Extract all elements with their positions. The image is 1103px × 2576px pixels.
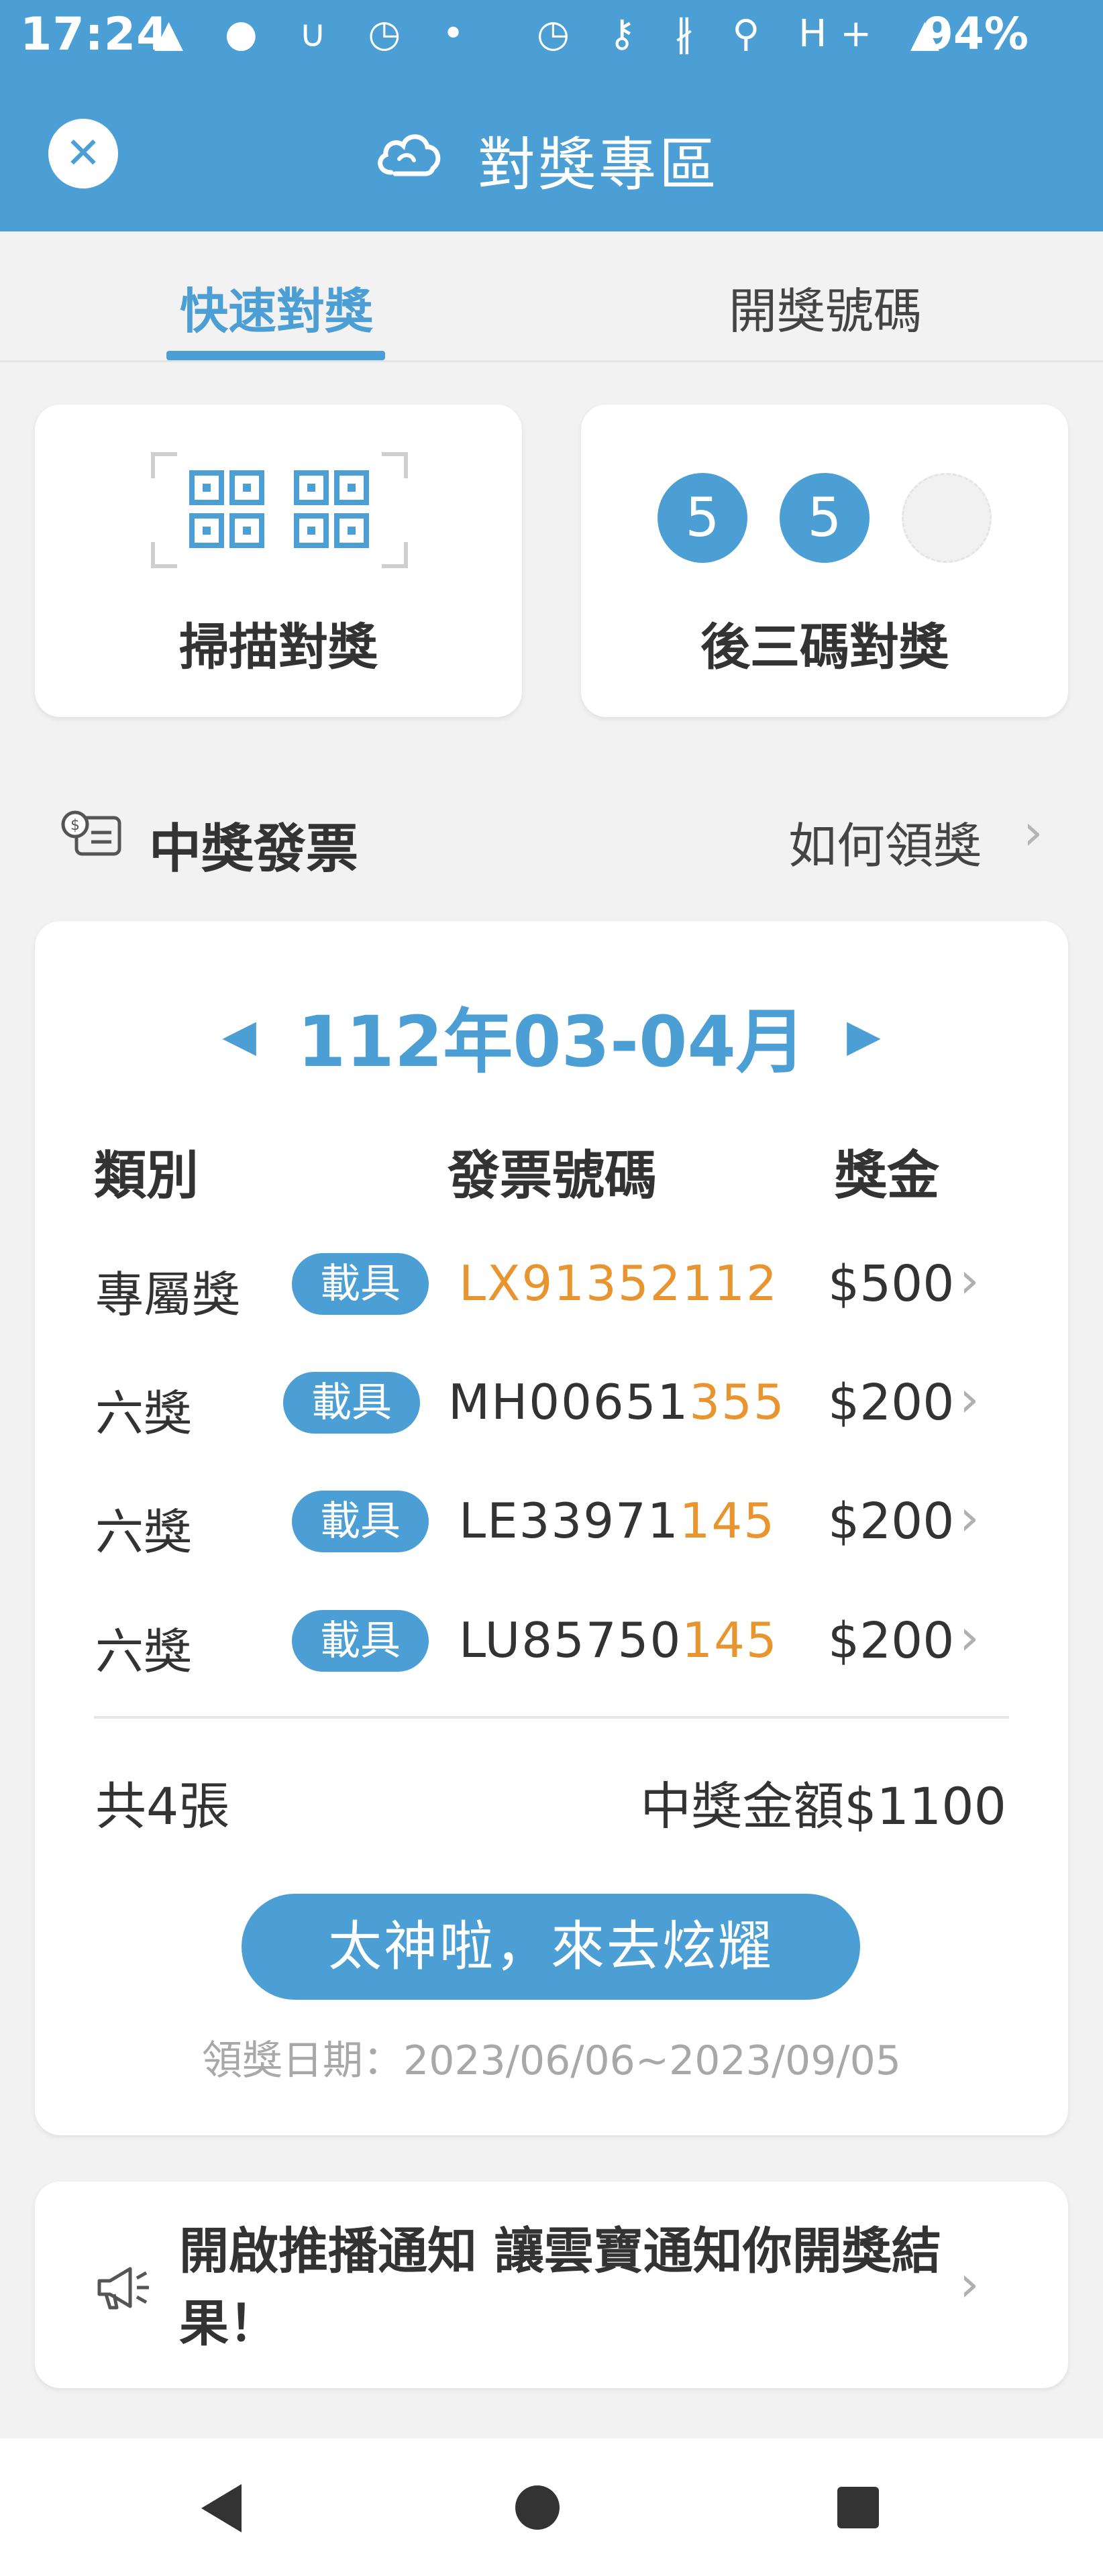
push-notification-card[interactable]: 開啟推播通知 讓雲寶通知你開獎結果！ ›: [35, 2182, 1068, 2388]
recent-apps-icon[interactable]: [837, 2487, 879, 2528]
battery-level: 94%: [923, 8, 1029, 60]
chevron-right-icon: ›: [959, 1371, 980, 1428]
active-tab-indicator: [166, 351, 385, 360]
back-icon[interactable]: [195, 2480, 248, 2536]
table-row[interactable]: 六獎 載具 LU85750145 $200 ›: [35, 1599, 1068, 1686]
digit-circle: 5: [658, 473, 747, 563]
tab-quick-check[interactable]: 快速對獎: [109, 272, 444, 342]
chevron-right-icon: ›: [959, 1609, 980, 1666]
carrier-badge: 載具: [292, 1491, 429, 1552]
winning-invoices-card: ◀ 112年03-04月 ▶ 類別 發票號碼 獎金 專屬獎 載具 LX91352…: [35, 921, 1068, 2135]
status-system-icons: ◷ ⚷ ∦ ⚲ H+ ▲: [537, 12, 953, 56]
period-selector: ◀ 112年03-04月 ▶: [35, 985, 1068, 1083]
period-label: 112年03-04月: [297, 1001, 806, 1083]
page-title: 對獎專區: [478, 131, 719, 199]
prize-amount: $200: [828, 1612, 955, 1670]
column-header-category: 類別: [94, 1146, 199, 1206]
push-notification-text: 開啟推播通知 讓雲寶通知你開獎結果！: [179, 2222, 941, 2353]
prize-category: 專屬獎: [95, 1267, 241, 1323]
digit-circle: 5: [780, 473, 870, 563]
app-header: 17:24 ▲ ● ∪ ◷ • ◷ ⚷ ∦ ⚲ H+ ▲ 94% ✕ 對獎專區: [0, 0, 1103, 231]
prize-amount: $200: [828, 1374, 955, 1432]
section-title: 中獎發票: [149, 819, 359, 879]
digit-circle-empty: [902, 473, 992, 563]
invoice-number: LU85750145: [459, 1612, 778, 1668]
scan-check-label: 掃描對獎: [179, 619, 378, 676]
invoice-number: LE33971145: [459, 1493, 776, 1549]
carrier-badge: 載具: [292, 1610, 429, 1672]
qr-scan-icon: [151, 452, 408, 568]
chevron-right-icon[interactable]: ›: [1023, 804, 1043, 861]
table-row[interactable]: 專屬獎 載具 LX91352112 $500 ›: [35, 1242, 1068, 1329]
status-time: 17:24: [20, 8, 169, 61]
prize-category: 六獎: [95, 1623, 193, 1680]
table-row[interactable]: 六獎 載具 LE33971145 $200 ›: [35, 1479, 1068, 1566]
last-three-digits-card[interactable]: 5 5 後三碼對獎: [581, 405, 1068, 717]
tab-winning-numbers[interactable]: 開獎號碼: [658, 272, 993, 342]
column-header-number: 發票號碼: [448, 1146, 658, 1206]
prize-category: 六獎: [95, 1504, 193, 1560]
status-bar: 17:24 ▲ ● ∪ ◷ • ◷ ⚷ ∦ ⚲ H+ ▲ 94%: [0, 0, 1103, 74]
status-notification-icons: ▲ ● ∪ ◷ •: [154, 12, 480, 56]
total-prize: 中獎金額$1100: [640, 1776, 1006, 1836]
divider: [94, 1716, 1009, 1719]
brag-button[interactable]: 太神啦，來去炫耀: [242, 1894, 860, 2000]
megaphone-icon: [97, 2267, 149, 2310]
column-header-prize: 獎金: [835, 1146, 940, 1206]
chevron-right-icon: ›: [959, 1252, 980, 1309]
carrier-badge: 載具: [292, 1253, 429, 1315]
prize-amount: $500: [828, 1255, 955, 1313]
chevron-right-icon: ›: [959, 2255, 980, 2313]
cloud-icon: [378, 134, 441, 176]
home-icon[interactable]: [515, 2485, 560, 2530]
close-button[interactable]: ✕: [48, 119, 118, 189]
system-nav-bar: [0, 2438, 1103, 2576]
chevron-right-icon: ›: [959, 1489, 980, 1547]
close-icon: ✕: [65, 129, 101, 178]
prize-amount: $200: [828, 1493, 955, 1550]
table-row[interactable]: 六獎 載具 MH00651355 $200 ›: [35, 1360, 1068, 1448]
how-to-claim-link[interactable]: 如何領獎: [788, 806, 982, 877]
prize-category: 六獎: [95, 1385, 193, 1442]
prev-period-icon[interactable]: ◀: [222, 1010, 256, 1061]
invoice-number: MH00651355: [448, 1374, 786, 1430]
last-three-digits-label: 後三碼對獎: [700, 619, 949, 676]
scan-check-card[interactable]: 掃描對獎: [35, 405, 522, 717]
invoice-number: LX91352112: [459, 1255, 778, 1311]
tab-bar: 快速對獎 開獎號碼: [0, 231, 1103, 362]
svg-text:$: $: [70, 817, 80, 834]
invoice-count: 共4張: [95, 1776, 230, 1836]
next-period-icon[interactable]: ▶: [847, 1010, 881, 1061]
carrier-badge: 載具: [283, 1372, 420, 1434]
receipt-icon: $: [61, 810, 121, 856]
claim-date: 領獎日期：2023/06/06~2023/09/05: [202, 2037, 901, 2084]
